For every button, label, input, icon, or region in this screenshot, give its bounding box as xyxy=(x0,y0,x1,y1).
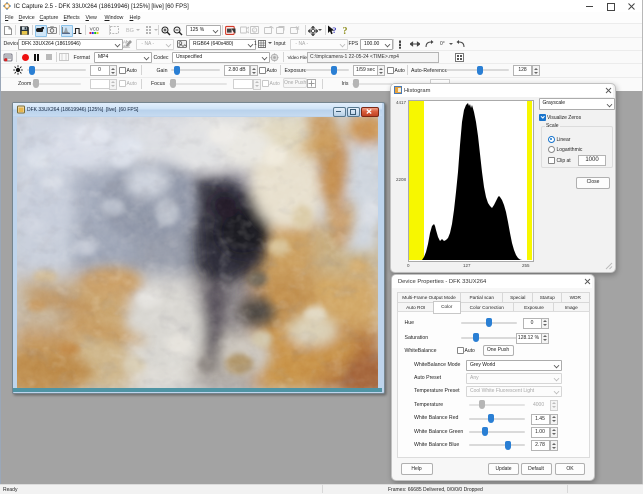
svg-text:?: ? xyxy=(342,26,347,36)
svg-text:VCD: VCD xyxy=(89,26,98,31)
svg-text:?: ? xyxy=(332,25,336,35)
svg-text:c: c xyxy=(253,28,255,32)
